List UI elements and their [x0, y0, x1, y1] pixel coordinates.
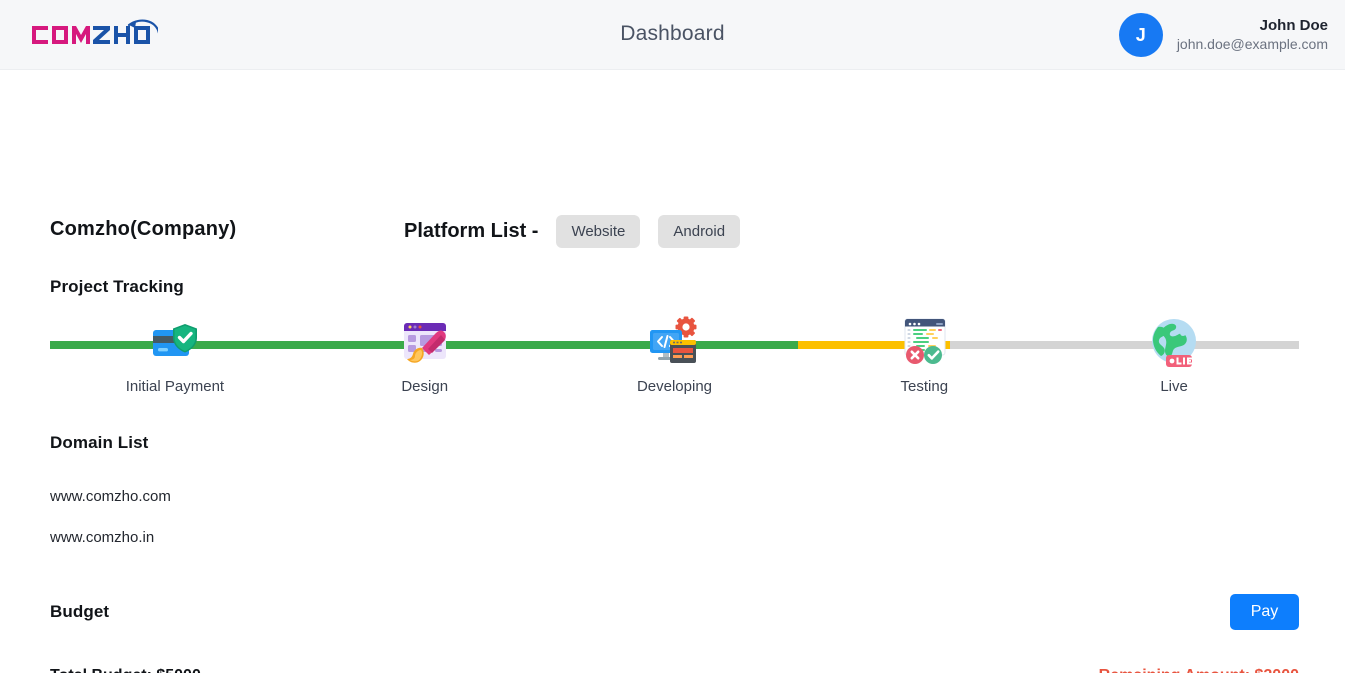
browser-paintbrush-icon	[397, 315, 453, 371]
user-profile[interactable]: J John Doe john.doe@example.com	[1118, 13, 1328, 57]
tracker-step-design[interactable]: Design	[300, 315, 550, 395]
profile-text: John Doe john.doe@example.com	[1177, 17, 1328, 53]
tracker-step-label: Initial Payment	[125, 378, 225, 395]
platform-tag-website[interactable]: Website	[556, 215, 641, 248]
profile-email: john.doe@example.com	[1176, 35, 1328, 52]
dashboard-content: Comzho(Company) Platform List - Website …	[0, 70, 1345, 673]
list-item[interactable]: www.comzho.in	[50, 529, 154, 546]
monitor-code-gear-icon	[646, 315, 702, 371]
pay-button[interactable]: Pay	[1230, 594, 1299, 630]
project-tracking-title: Project Tracking	[50, 277, 184, 296]
globe-live-badge-icon	[1146, 315, 1202, 371]
tracker-step-label: Design	[401, 378, 449, 395]
budget-title: Budget	[50, 602, 110, 621]
avatar: J	[1118, 13, 1163, 57]
remaining-amount-value: Remaining Amount: $2000	[1099, 667, 1299, 673]
platform-list: Platform List - Website Android	[404, 215, 741, 248]
tracker-step-developing[interactable]: Developing	[550, 315, 800, 395]
platform-list-label: Platform List -	[404, 220, 539, 242]
tracker-step-initial-payment[interactable]: Initial Payment	[50, 315, 300, 395]
credit-card-shield-check-icon	[147, 315, 203, 371]
tracker-step-testing[interactable]: Testing	[799, 315, 1049, 395]
report-pass-fail-icon	[896, 315, 952, 371]
tracker-steps: Initial Payment Design Developing Testin…	[50, 315, 1299, 395]
company-name: Comzho(Company)	[50, 218, 237, 240]
total-budget-value: Total Budget: $5000	[50, 667, 201, 673]
tracker-step-live[interactable]: Live	[1049, 315, 1299, 395]
tracker-step-label: Developing	[636, 378, 713, 395]
domain-list-title: Domain List	[50, 433, 149, 452]
platform-tag-android[interactable]: Android	[658, 215, 741, 248]
app-header: Dashboard J John Doe john.doe@example.co…	[0, 0, 1345, 70]
project-tracker: Initial Payment Design Developing Testin…	[50, 315, 1299, 415]
tracker-step-label: Testing	[900, 378, 949, 395]
tracker-step-label: Live	[1160, 378, 1188, 395]
profile-name: John Doe	[1259, 16, 1328, 34]
list-item[interactable]: www.comzho.com	[50, 488, 171, 505]
